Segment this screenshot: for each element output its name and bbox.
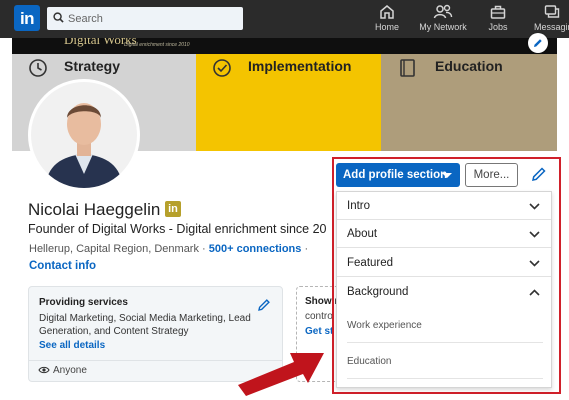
profile-location-line: Hellerup, Capital Region, Denmark · 500+… <box>29 243 308 255</box>
band-label-strategy: Strategy <box>64 58 121 74</box>
open-card-description: contro <box>305 311 333 322</box>
profile-name: Nicolai Haeggelin <box>28 200 161 219</box>
nav-home[interactable]: Home <box>372 3 402 35</box>
nav-messaging-label: Messaging <box>534 22 569 32</box>
caret-down-icon <box>442 173 452 178</box>
nav-messaging[interactable]: Messaging <box>530 3 569 35</box>
book-icon <box>400 59 415 77</box>
dropdown-row-label: Featured <box>347 257 394 269</box>
nav-jobs[interactable]: Jobs <box>484 3 512 35</box>
separator-dot: · <box>304 243 309 255</box>
dropdown-row-background[interactable]: Background <box>337 278 551 306</box>
messaging-icon <box>544 5 560 18</box>
chevron-down-icon <box>529 203 540 210</box>
chevron-down-icon <box>529 231 540 238</box>
search-box[interactable] <box>47 7 243 30</box>
linkedin-logo[interactable]: in <box>14 5 40 31</box>
get-started-link[interactable]: Get st <box>305 326 333 337</box>
search-input[interactable] <box>68 7 238 30</box>
search-icon <box>53 12 64 23</box>
connections-link[interactable]: 500+ connections <box>209 243 302 255</box>
dropdown-item-education[interactable]: Education <box>347 356 391 367</box>
dropdown-row-label: Intro <box>347 200 371 212</box>
dropdown-row-featured[interactable]: Featured <box>337 249 551 277</box>
pencil-icon[interactable] <box>257 298 271 312</box>
visibility-label: Anyone <box>53 365 87 376</box>
profile-headline: Founder of Digital Works - Digital enric… <box>28 222 327 236</box>
profile-photo <box>31 82 137 188</box>
chevron-down-icon <box>529 260 540 267</box>
profile-location: Hellerup, Capital Region, Denmark <box>29 243 199 255</box>
dropdown-row-about[interactable]: About <box>337 220 551 248</box>
top-nav-bar: in Home My Network Jobs <box>0 0 569 38</box>
pencil-icon[interactable] <box>531 166 547 182</box>
see-all-details-link[interactable]: See all details <box>39 340 105 351</box>
dropdown-divider <box>347 342 543 343</box>
nav-jobs-label: Jobs <box>488 22 508 32</box>
nav-my-network[interactable]: My Network <box>417 3 469 35</box>
nav-my-network-label: My Network <box>419 22 467 32</box>
separator-dot: · <box>202 243 206 255</box>
edit-banner-button[interactable] <box>528 33 548 53</box>
dropdown-item-work-experience[interactable]: Work experience <box>347 320 422 331</box>
band-label-implementation: Implementation <box>248 58 352 74</box>
briefcase-icon <box>490 5 506 19</box>
red-arrow-annotation <box>238 353 324 396</box>
dropdown-row-label: About <box>347 228 378 240</box>
banner-header: Digital Works Digital enrichment since 2… <box>12 38 557 54</box>
avatar[interactable] <box>28 79 140 191</box>
banner-tagline: Digital enrichment since 2010 <box>124 42 190 48</box>
services-title: Providing services <box>39 297 128 308</box>
network-icon <box>433 4 453 19</box>
chevron-up-icon <box>529 289 540 296</box>
home-icon <box>380 5 394 19</box>
add-profile-section-button[interactable]: Add profile section <box>336 163 460 187</box>
clock-icon <box>29 59 47 77</box>
dropdown-divider <box>347 378 543 379</box>
add-profile-section-label: Add profile section <box>343 169 448 181</box>
banner-band-education: Education <box>381 54 557 151</box>
eye-icon <box>38 366 50 374</box>
nav-home-label: Home <box>374 22 399 32</box>
linkedin-premium-badge: in <box>165 201 181 217</box>
services-description: Digital Marketing, Social Media Marketin… <box>39 313 251 337</box>
band-label-education: Education <box>435 58 503 74</box>
banner-band-implementation: Implementation <box>196 54 381 151</box>
dropdown-row-label: Background <box>347 286 409 298</box>
contact-info-link[interactable]: Contact info <box>29 260 96 272</box>
pencil-icon <box>534 39 542 47</box>
dropdown-row-intro[interactable]: Intro <box>337 192 551 220</box>
add-section-dropdown: Intro About Featured Background Work exp… <box>336 191 552 388</box>
more-button[interactable]: More... <box>465 163 518 187</box>
check-circle-icon <box>213 59 231 77</box>
